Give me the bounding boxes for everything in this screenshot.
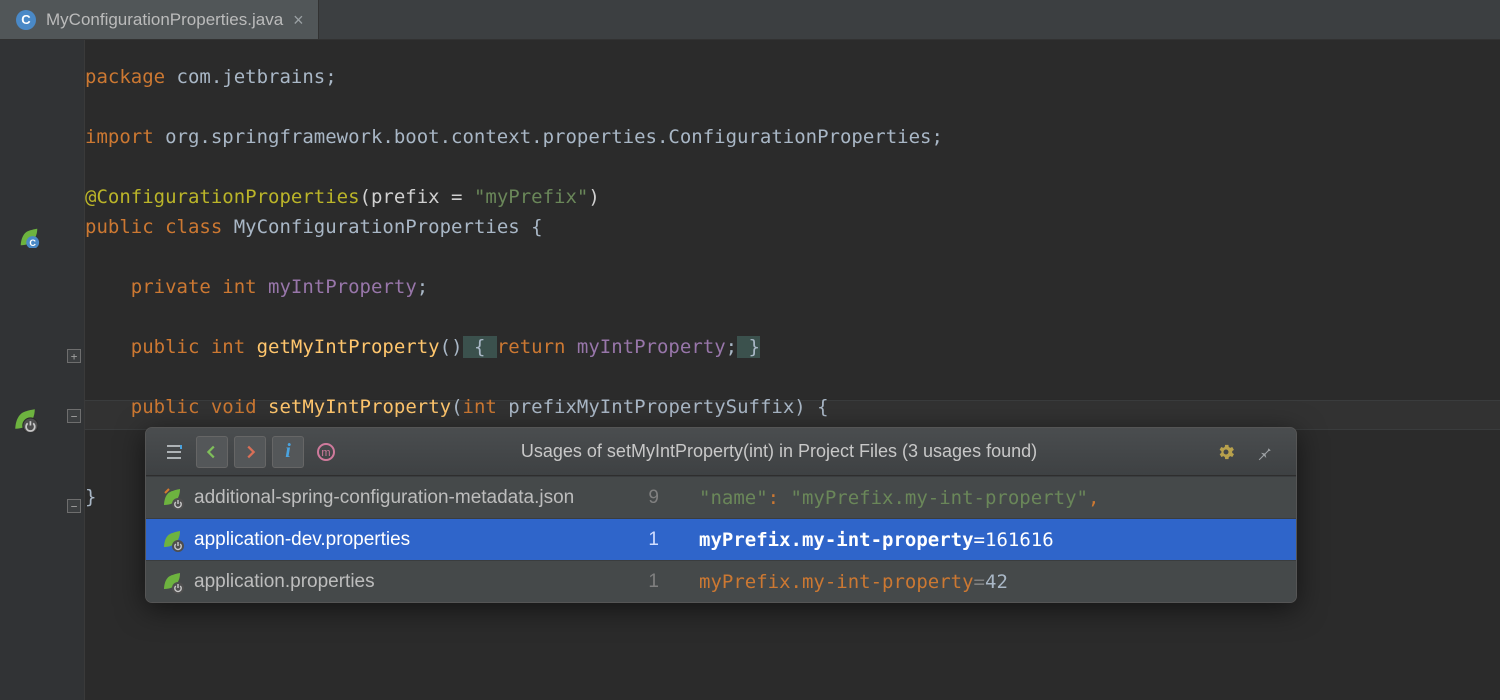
- usage-line: 1: [639, 571, 699, 593]
- svg-text:m: m: [321, 447, 330, 459]
- usage-filename: application-dev.properties: [194, 529, 639, 551]
- java-class-icon: C: [16, 10, 36, 30]
- annotation-params: (prefix =: [360, 186, 474, 208]
- usage-preview: myPrefix.my-int-property=42: [699, 571, 1296, 593]
- usage-preview: myPrefix.my-int-property=161616: [699, 529, 1296, 551]
- class-close-brace: }: [85, 486, 96, 508]
- usage-row[interactable]: application.properties 1 myPrefix.my-int…: [146, 560, 1296, 602]
- field-name: myIntProperty: [257, 276, 417, 298]
- spring-property-setter-icon[interactable]: [12, 406, 34, 428]
- fold-expand-icon[interactable]: +: [67, 349, 81, 363]
- close-tab-icon[interactable]: ×: [293, 11, 304, 29]
- usage-row-selected[interactable]: application-dev.properties 1 myPrefix.my…: [146, 518, 1296, 560]
- tab-filename: MyConfigurationProperties.java: [46, 10, 283, 30]
- setter-name: setMyIntProperty: [257, 396, 451, 418]
- getter-name: getMyIntProperty: [245, 336, 439, 358]
- svg-text:C: C: [29, 238, 36, 248]
- annotation: @ConfigurationProperties: [85, 186, 360, 208]
- package-name: com.jetbrains;: [165, 66, 337, 88]
- import-path: org.springframework.boot.context.propert…: [154, 126, 943, 148]
- usage-filename: application.properties: [194, 571, 639, 593]
- fold-collapse-icon[interactable]: −: [67, 499, 81, 513]
- next-occurrence-icon[interactable]: [234, 436, 266, 468]
- json-file-icon: [160, 486, 184, 510]
- class-decl-kw: public class: [85, 216, 222, 238]
- field-decl-kw: private int: [131, 276, 257, 298]
- keyword-import: import: [85, 126, 154, 148]
- editor-tab[interactable]: C MyConfigurationProperties.java ×: [0, 0, 319, 39]
- pin-icon[interactable]: [1248, 436, 1280, 468]
- getter-kw: public int: [131, 336, 245, 358]
- spring-bean-class-icon[interactable]: C: [18, 226, 40, 248]
- popup-results: additional-spring-configuration-metadata…: [146, 476, 1296, 602]
- properties-file-icon: [160, 528, 184, 552]
- settings-icon[interactable]: [1210, 436, 1242, 468]
- fold-collapse-icon[interactable]: −: [67, 409, 81, 423]
- class-name: MyConfigurationProperties: [222, 216, 531, 238]
- usage-preview: "name": "myPrefix.my-int-property",: [699, 487, 1296, 509]
- group-by-icon[interactable]: [158, 436, 190, 468]
- editor-tabbar: C MyConfigurationProperties.java ×: [0, 0, 1500, 40]
- method-icon[interactable]: m: [310, 436, 342, 468]
- brace: {: [463, 336, 497, 358]
- popup-toolbar: i m Usages of setMyIntProperty(int) in P…: [146, 428, 1296, 476]
- keyword-package: package: [85, 66, 165, 88]
- usage-filename: additional-spring-configuration-metadata…: [194, 487, 639, 509]
- prev-occurrence-icon[interactable]: [196, 436, 228, 468]
- usage-line: 9: [639, 487, 699, 509]
- properties-file-icon: [160, 570, 184, 594]
- popup-title: Usages of setMyIntProperty(int) in Proje…: [348, 441, 1210, 462]
- info-icon[interactable]: i: [272, 436, 304, 468]
- setter-kw: public void: [131, 396, 257, 418]
- usage-line: 1: [639, 529, 699, 551]
- find-usages-popup: i m Usages of setMyIntProperty(int) in P…: [145, 427, 1297, 603]
- gutter: C + − −: [0, 40, 85, 700]
- usage-row[interactable]: additional-spring-configuration-metadata…: [146, 476, 1296, 518]
- string-literal: "myPrefix": [474, 186, 588, 208]
